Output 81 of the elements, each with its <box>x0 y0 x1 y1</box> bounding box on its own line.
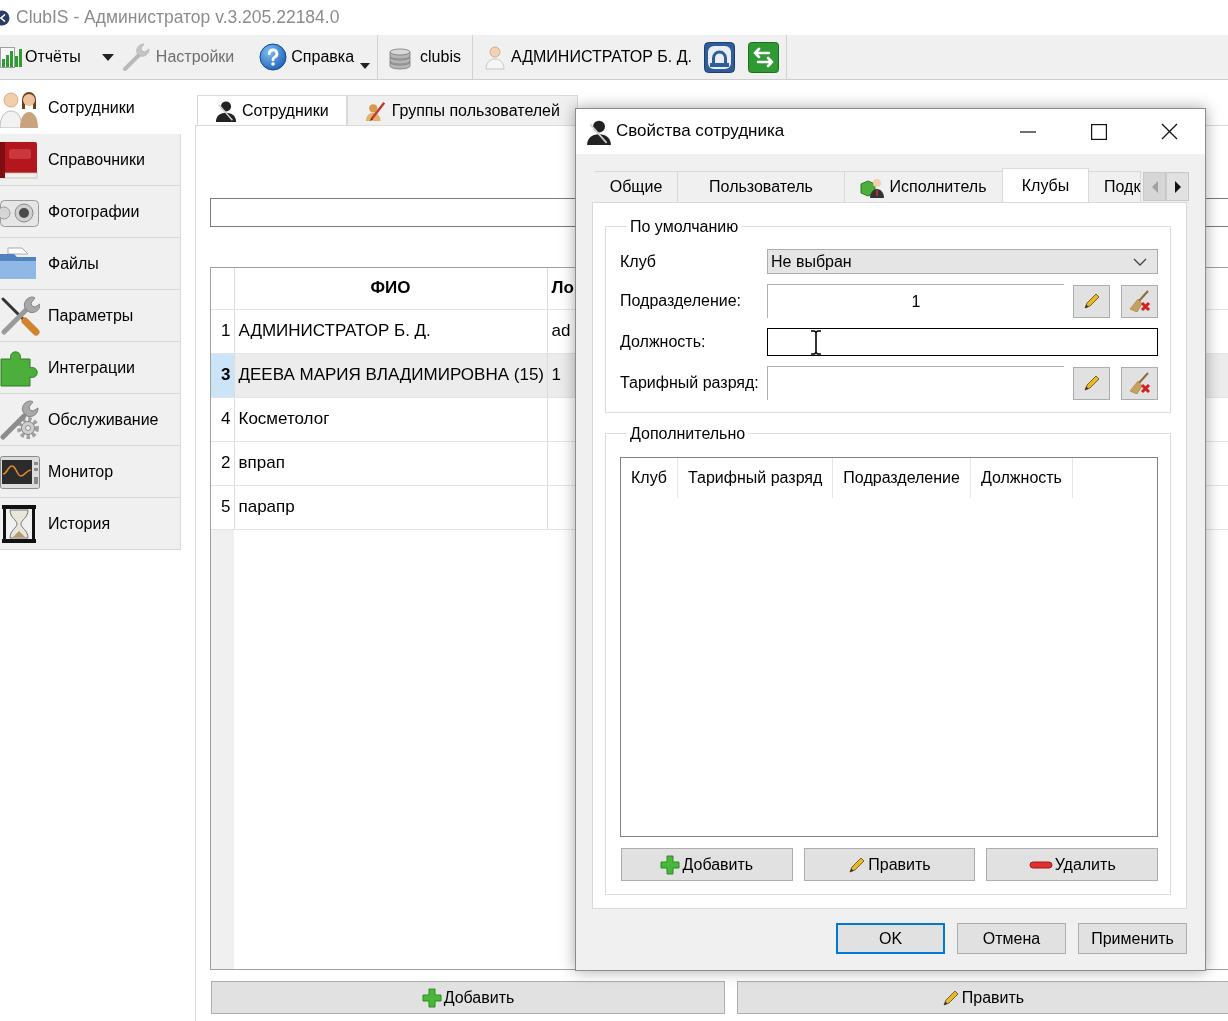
sidebar-item[interactable]: Справочники <box>0 134 181 186</box>
pencil-icon <box>1082 292 1101 310</box>
plus-icon <box>421 987 442 1008</box>
toolbar-button[interactable]: clubis <box>389 44 461 70</box>
edit-button[interactable]: Править <box>737 981 1228 1014</box>
field-label: Подразделение: <box>620 291 743 311</box>
group-title: Дополнительно <box>629 424 747 443</box>
apply-button[interactable]: Применить <box>1078 923 1187 954</box>
window-title: ClubIS - Администратор v.3.205.22184.0 <box>16 7 340 28</box>
broom-icon <box>1128 372 1151 394</box>
sidebar-item[interactable]: Монитор <box>0 446 181 498</box>
ok-button[interactable]: OK <box>836 923 945 954</box>
minus-icon <box>1028 860 1053 869</box>
chevron-down-icon <box>1133 257 1147 266</box>
row-number[interactable]: 2 <box>211 441 234 485</box>
user-icon <box>586 118 612 145</box>
add-button[interactable]: Добавить <box>211 981 725 1014</box>
user-icon <box>484 44 505 70</box>
add-button[interactable]: Добавить <box>621 848 793 881</box>
clear-button[interactable] <box>1121 284 1158 318</box>
menu-button[interactable]: Справка <box>259 43 371 71</box>
column-header[interactable]: ФИО <box>234 268 547 309</box>
column-header[interactable]: Тарифный разряд <box>678 458 834 498</box>
row-number[interactable]: 4 <box>211 397 234 441</box>
sidebar-item[interactable]: Файлы <box>0 238 181 290</box>
sidebar-item[interactable]: Интеграции <box>0 342 181 394</box>
sidebar-item[interactable]: История <box>0 498 181 550</box>
pencil-icon <box>848 855 867 874</box>
app-logo-icon <box>0 9 10 26</box>
tab[interactable]: Группы пользователей <box>346 95 578 125</box>
column-header[interactable]: Должность <box>970 458 1073 498</box>
maximize-icon[interactable] <box>1090 123 1107 140</box>
row-number[interactable]: 5 <box>211 485 234 529</box>
wrench-gear-icon <box>0 399 40 440</box>
table-cell: АДМИНИСТРАТОР Б. Д. <box>234 309 547 353</box>
tab[interactable]: Сотрудники <box>197 95 347 125</box>
delete-button[interactable]: Удалить <box>986 848 1158 881</box>
sidebar-item[interactable]: Параметры <box>0 290 181 342</box>
sidebar-item[interactable]: Обслуживание <box>0 394 181 446</box>
plus-icon <box>660 854 681 875</box>
caret-icon <box>360 63 371 69</box>
edit-button[interactable] <box>1073 284 1110 318</box>
close-icon[interactable] <box>1161 123 1178 140</box>
column-header[interactable]: Подразделение <box>833 458 971 498</box>
edit-button[interactable]: Править <box>803 848 976 881</box>
user-icon <box>215 99 237 122</box>
caret-icon[interactable] <box>101 53 114 61</box>
input-field[interactable] <box>767 328 1158 356</box>
edit-button[interactable] <box>1073 366 1110 400</box>
dropdown[interactable]: Не выбран <box>767 249 1158 274</box>
input-field[interactable]: 1 <box>767 284 1064 318</box>
group-title: По умолчанию <box>629 217 740 236</box>
tab[interactable]: Подк <box>1088 171 1142 202</box>
toolbar-button[interactable]: Отчёты <box>0 45 81 69</box>
table-cell: ДЕЕВА МАРИЯ ВЛАДИМИРОВНА (15) <box>234 353 547 397</box>
pencil-icon <box>941 988 960 1007</box>
row-number[interactable]: 1 <box>211 309 234 353</box>
person-pencil-icon <box>364 99 387 122</box>
table-cell: Косметолог <box>234 397 547 441</box>
tab[interactable]: Клубы <box>1002 168 1089 202</box>
arrows-icon[interactable] <box>748 41 779 73</box>
clear-button[interactable] <box>1121 366 1158 400</box>
row-number[interactable]: 3 <box>211 353 234 397</box>
wrench-icon <box>121 42 152 72</box>
column-header[interactable]: Клуб <box>621 458 678 498</box>
text-cursor-icon <box>810 330 822 355</box>
tab-scroll-button[interactable] <box>1166 172 1189 201</box>
toolbar-button[interactable]: АДМИНИСТРАТОР Б. Д. <box>484 44 692 70</box>
cancel-button[interactable]: Отмена <box>957 923 1066 954</box>
lock-icon[interactable] <box>704 41 735 73</box>
dialog-title: Свойства сотрудника <box>616 121 786 142</box>
help-icon <box>259 43 288 71</box>
right-triangle-icon <box>1172 179 1183 194</box>
book-icon <box>0 139 40 180</box>
table-cell: парапр <box>234 485 547 529</box>
sidebar-item[interactable]: Фотографии <box>0 186 181 238</box>
broom-icon <box>1128 290 1151 312</box>
pencil-icon <box>1082 374 1101 392</box>
tools-icon <box>0 295 40 336</box>
field-label: Клуб <box>620 251 657 272</box>
table-cell: впрап <box>234 441 547 485</box>
